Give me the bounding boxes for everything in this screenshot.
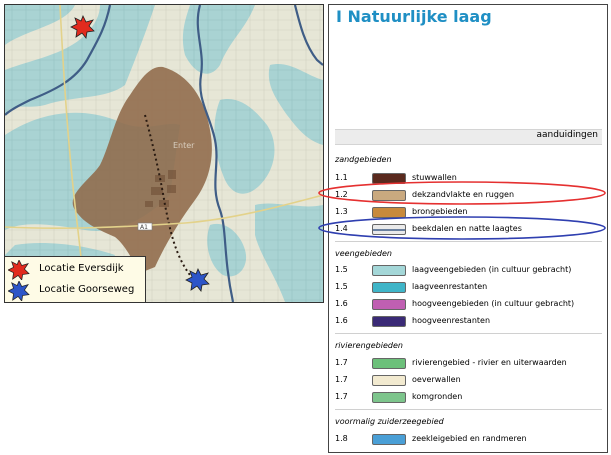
legend-code: 1.7 [335, 358, 348, 367]
legend-header-label: aanduidingen [536, 130, 598, 140]
legend-label: rivierengebied - rivier en uiterwaarden [412, 358, 567, 367]
group-title-rivierengebieden: rivierengebieden [335, 341, 403, 350]
legend-header-bar: aanduidingen [335, 129, 602, 145]
legend-label: beekdalen en natte laagtes [412, 224, 522, 233]
legend-label: laagveenrestanten [412, 282, 488, 291]
legend-label: hoogveengebieden (in cultuur gebracht) [412, 299, 575, 308]
legend-label: hoogveenrestanten [412, 316, 491, 325]
legend-swatch [372, 392, 406, 403]
legend-label: zeekleigebied en randmeren [412, 434, 527, 443]
legend-swatch [372, 173, 406, 184]
road-label: A1 [140, 224, 148, 231]
legend-item-1-1: 1.1 stuwwallen [335, 172, 605, 186]
legend-swatch [372, 282, 406, 293]
legend-swatch [372, 207, 406, 218]
legend-code: 1.2 [335, 190, 348, 199]
legend-code: 1.6 [335, 316, 348, 325]
group-title-veengebieden: veengebieden [335, 249, 392, 258]
legend-code: 1.8 [335, 434, 348, 443]
legend-label: laagveengebieden (in cultuur gebracht) [412, 265, 572, 274]
legend-item-1-5a: 1.5 laagveengebieden (in cultuur gebrach… [335, 264, 605, 278]
blue-star-icon [8, 281, 30, 301]
red-star-icon [8, 260, 30, 280]
legend-item-1-6b: 1.6 hoogveenrestanten [335, 315, 605, 329]
legend-code: 1.7 [335, 375, 348, 384]
legend-title: I Natuurlijke laag [336, 7, 492, 26]
legend-label: komgronden [412, 392, 463, 401]
legend-swatch [372, 375, 406, 386]
legend-code: 1.5 [335, 265, 348, 274]
legend-code: 1.5 [335, 282, 348, 291]
legend-swatch [372, 224, 406, 235]
location-label: Locatie Goorseweg [39, 284, 135, 295]
legend-item-1-4: 1.4 beekdalen en natte laagtes [335, 223, 605, 237]
legend-code: 1.7 [335, 392, 348, 401]
legend-code: 1.1 [335, 173, 348, 182]
legend-code: 1.6 [335, 299, 348, 308]
location-goorseweg: Locatie Goorseweg [5, 281, 145, 301]
legend-code: 1.3 [335, 207, 348, 216]
legend-label: brongebieden [412, 207, 468, 216]
location-label: Locatie Eversdijk [39, 263, 124, 274]
legend-item-1-2: 1.2 dekzandvlakte en ruggen [335, 189, 605, 203]
legend-panel: I Natuurlijke laag aanduidingen zandgebi… [328, 4, 608, 453]
road-shields: A1 [137, 222, 153, 231]
legend-swatch [372, 190, 406, 201]
legend-item-1-3: 1.3 brongebieden [335, 206, 605, 220]
map-locations-legend: Locatie Eversdijk Locatie Goorseweg [5, 256, 146, 302]
group-title-zandgebieden: zandgebieden [335, 155, 392, 164]
divider [335, 409, 602, 410]
legend-label: stuwwallen [412, 173, 457, 182]
legend-swatch [372, 358, 406, 369]
legend-item-1-7c: 1.7 komgronden [335, 391, 605, 405]
location-eversdijk: Locatie Eversdijk [5, 260, 145, 280]
beek-line-icon [373, 229, 405, 231]
legend-code: 1.4 [335, 224, 348, 233]
map-panel: A1 Enter Locatie Eversdijk Locatie Goors… [4, 4, 324, 303]
legend-swatch [372, 316, 406, 327]
place-label: Enter [173, 141, 195, 150]
legend-item-1-7a: 1.7 rivierengebied - rivier en uiterwaar… [335, 357, 605, 371]
divider [335, 333, 602, 334]
group-title-zuiderzeegebied: voormalig zuiderzeegebied [335, 417, 444, 426]
legend-item-1-7b: 1.7 oeverwallen [335, 374, 605, 388]
legend-item-1-8: 1.8 zeekleigebied en randmeren [335, 433, 605, 447]
legend-label: oeverwallen [412, 375, 461, 384]
legend-item-1-6a: 1.6 hoogveengebieden (in cultuur gebrach… [335, 298, 605, 312]
legend-label: dekzandvlakte en ruggen [412, 190, 515, 199]
divider [335, 241, 602, 242]
legend-item-1-5b: 1.5 laagveenrestanten [335, 281, 605, 295]
legend-swatch [372, 265, 406, 276]
legend-swatch [372, 299, 406, 310]
legend-swatch [372, 434, 406, 445]
